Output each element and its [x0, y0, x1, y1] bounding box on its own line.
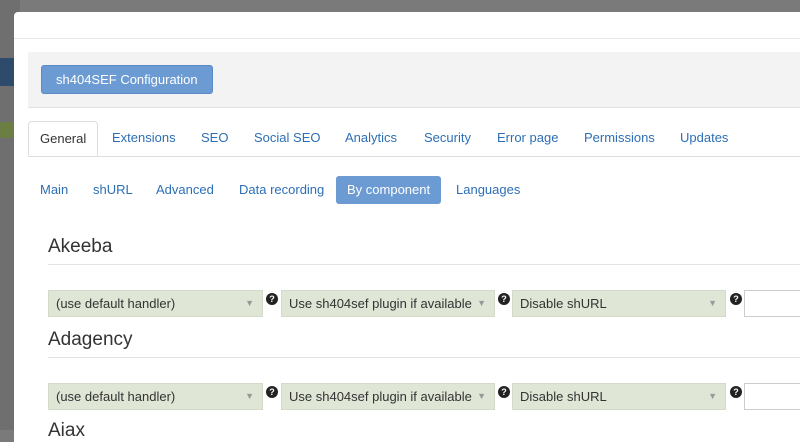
tab-security[interactable]: Security: [424, 121, 471, 155]
question-circle-icon[interactable]: ?: [730, 293, 742, 305]
background-badge: [0, 122, 14, 138]
section-divider: [48, 264, 800, 265]
tab-analytics[interactable]: Analytics: [345, 121, 397, 155]
tab-updates[interactable]: Updates: [680, 121, 728, 155]
caret-down-icon: ▼: [477, 391, 486, 401]
tab-general[interactable]: General: [28, 121, 99, 156]
handler-select-value: (use default handler): [56, 296, 176, 311]
question-circle-icon[interactable]: ?: [498, 386, 510, 398]
plugin-select-value: Use sh404sef plugin if available: [289, 389, 472, 404]
prefix-input-adagency[interactable]: [744, 383, 800, 410]
plugin-select-adagency[interactable]: Use sh404sef plugin if available ▼: [281, 383, 495, 410]
subtab-languages[interactable]: Languages: [456, 176, 520, 204]
subtab-main[interactable]: Main: [40, 176, 68, 204]
shurl-select-value: Disable shURL: [520, 389, 607, 404]
caret-down-icon: ▼: [477, 298, 486, 308]
tab-seo[interactable]: SEO: [201, 121, 228, 155]
sh404sef-configuration-button[interactable]: sh404SEF Configuration: [41, 65, 213, 94]
plugin-select-value: Use sh404sef plugin if available: [289, 296, 472, 311]
tab-extensions[interactable]: Extensions: [112, 121, 176, 155]
tab-error-page[interactable]: Error page: [497, 121, 558, 155]
handler-select-value: (use default handler): [56, 389, 176, 404]
handler-select-akeeba[interactable]: (use default handler) ▼: [48, 290, 263, 317]
caret-down-icon: ▼: [708, 298, 717, 308]
section-divider: [48, 357, 800, 358]
modal-header: [14, 12, 800, 39]
component-title-adagency: Adagency: [48, 329, 133, 350]
question-circle-icon[interactable]: ?: [266, 386, 278, 398]
subtab-shurl[interactable]: shURL: [93, 176, 133, 204]
prefix-input-akeeba[interactable]: [744, 290, 800, 317]
subtab-by-component[interactable]: By component: [336, 176, 442, 204]
question-circle-icon[interactable]: ?: [730, 386, 742, 398]
tab-permissions[interactable]: Permissions: [584, 121, 655, 155]
tab-social-seo[interactable]: Social SEO: [254, 121, 320, 155]
component-title-akeeba: Akeeba: [48, 236, 113, 257]
plugin-select-akeeba[interactable]: Use sh404sef plugin if available ▼: [281, 290, 495, 317]
component-title-aiax: Aiax: [48, 420, 85, 441]
question-circle-icon[interactable]: ?: [266, 293, 278, 305]
caret-down-icon: ▼: [708, 391, 717, 401]
shurl-select-akeeba[interactable]: Disable shURL ▼: [512, 290, 726, 317]
caret-down-icon: ▼: [245, 298, 254, 308]
handler-select-adagency[interactable]: (use default handler) ▼: [48, 383, 263, 410]
shurl-select-value: Disable shURL: [520, 296, 607, 311]
caret-down-icon: ▼: [245, 391, 254, 401]
subtab-data-recording[interactable]: Data recording: [239, 176, 324, 204]
main-tabs: General Extensions SEO Social SEO Analyt…: [28, 121, 800, 157]
sub-tabs: Main shURL Advanced Data recording By co…: [28, 176, 800, 206]
question-circle-icon[interactable]: ?: [498, 293, 510, 305]
toolbar: sh404SEF Configuration: [28, 52, 800, 108]
shurl-select-adagency[interactable]: Disable shURL ▼: [512, 383, 726, 410]
subtab-advanced[interactable]: Advanced: [156, 176, 214, 204]
configuration-modal: sh404SEF Configuration General Extension…: [14, 12, 800, 442]
